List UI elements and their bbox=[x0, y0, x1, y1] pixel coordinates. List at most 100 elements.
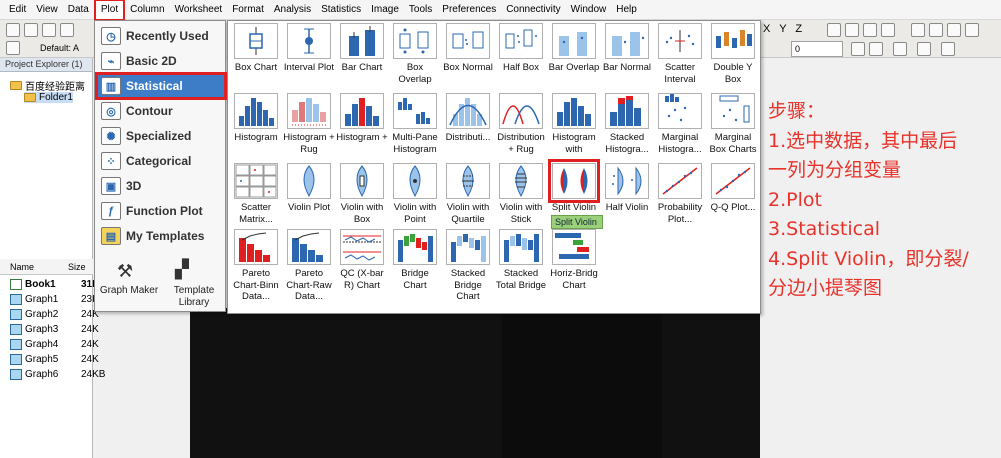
menu-view[interactable]: View bbox=[31, 1, 63, 19]
gallery-pareto-raw[interactable]: Pareto Chart-Raw Data... bbox=[283, 229, 335, 303]
gallery-interval-plot[interactable]: Interval Plot bbox=[283, 23, 335, 74]
gallery-distribution-rug[interactable]: Distribution + Rug bbox=[495, 93, 547, 155]
align-icon[interactable] bbox=[917, 42, 931, 56]
menu-column[interactable]: Column bbox=[125, 1, 169, 19]
gallery-multi-pane-histogram[interactable]: Multi-Pane Histogram bbox=[389, 93, 441, 155]
list-item[interactable]: Graph3 bbox=[10, 322, 58, 337]
tool4-icon[interactable] bbox=[965, 23, 979, 37]
list-item[interactable]: Graph1 bbox=[10, 292, 58, 307]
plot-menu-statistical[interactable]: ▥ Statistical bbox=[95, 72, 227, 100]
open-icon[interactable] bbox=[24, 23, 38, 37]
list-item[interactable]: Graph6 bbox=[10, 367, 58, 382]
gallery-bar-chart[interactable]: Bar Chart bbox=[336, 23, 388, 74]
template-library-label-1[interactable]: Template bbox=[167, 285, 221, 297]
tree-root[interactable]: 百度经验距离 bbox=[10, 78, 85, 93]
gallery-violin-plot[interactable]: Violin Plot bbox=[283, 163, 335, 214]
gallery-qc-chart[interactable]: QC (X-bar R) Chart bbox=[336, 229, 388, 291]
template-library-label-2[interactable]: Library bbox=[167, 297, 221, 309]
gallery-box-chart[interactable]: Box Chart bbox=[230, 23, 282, 74]
list-item[interactable]: Graph5 bbox=[10, 352, 58, 367]
histogram-icon bbox=[239, 98, 274, 126]
menu-connectivity[interactable]: Connectivity bbox=[501, 1, 565, 19]
menu-image[interactable]: Image bbox=[366, 1, 404, 19]
template-library-icon[interactable]: ▞ bbox=[175, 259, 189, 280]
gallery-horiz-bridge[interactable]: Horiz-Bridg Chart bbox=[548, 229, 600, 291]
new-workbook-icon[interactable] bbox=[42, 23, 56, 37]
gallery-box-normal[interactable]: Box Normal bbox=[442, 23, 494, 74]
gallery-stacked-total-bridge[interactable]: Stacked Total Bridge bbox=[495, 229, 547, 291]
arrow-up-icon[interactable] bbox=[881, 23, 895, 37]
graph-maker-icon[interactable]: ⚒ bbox=[117, 261, 133, 282]
gallery-scatter-interval[interactable]: Scatter Interval bbox=[654, 23, 706, 85]
menu-tools[interactable]: Tools bbox=[404, 1, 437, 19]
menu-data[interactable]: Data bbox=[63, 1, 94, 19]
gallery-violin-quartile[interactable]: Violin with Quartile bbox=[442, 163, 494, 225]
menu-edit[interactable]: Edit bbox=[4, 1, 31, 19]
menu-statistics[interactable]: Statistics bbox=[316, 1, 366, 19]
gallery-histogram-with[interactable]: Histogram with bbox=[548, 93, 600, 155]
gallery-histogram[interactable]: Histogram bbox=[230, 93, 282, 144]
plot-menu-my-templates[interactable]: ▤ My Templates bbox=[98, 225, 224, 247]
plot-menu-specialized[interactable]: ✺ Specialized bbox=[98, 125, 224, 147]
gallery-half-violin[interactable]: Half Violin bbox=[601, 163, 653, 214]
gallery-distribution[interactable]: Distributi... bbox=[442, 93, 494, 144]
menu-plot[interactable]: Plot bbox=[93, 0, 126, 21]
plot-menu-contour[interactable]: ◎ Contour bbox=[98, 100, 224, 122]
gallery-bridge-chart[interactable]: Bridge Chart bbox=[389, 229, 441, 291]
list-item[interactable]: Book1 bbox=[10, 277, 56, 292]
graph-maker-label[interactable]: Graph Maker bbox=[97, 285, 161, 297]
gallery-probability-plot[interactable]: Probability Plot... bbox=[654, 163, 706, 225]
gallery-box-overlap[interactable]: Box Overlap bbox=[389, 23, 441, 85]
grid-icon[interactable] bbox=[893, 42, 907, 56]
gallery-violin-point[interactable]: Violin with Point bbox=[389, 163, 441, 225]
plot-menu-categorical[interactable]: ⁘ Categorical bbox=[98, 150, 224, 172]
menu-analysis[interactable]: Analysis bbox=[269, 1, 316, 19]
new-graph-icon[interactable] bbox=[60, 23, 74, 37]
arrow-right-icon[interactable] bbox=[863, 23, 877, 37]
menu-preferences[interactable]: Preferences bbox=[437, 1, 501, 19]
line-width-select[interactable]: 0 bbox=[791, 41, 843, 57]
list-item[interactable]: Graph2 bbox=[10, 307, 58, 322]
gallery-scatter-matrix[interactable]: Scatter Matrix... bbox=[230, 163, 282, 225]
pattern-icon[interactable] bbox=[851, 42, 865, 56]
col-size[interactable]: Size bbox=[34, 262, 86, 272]
border-icon[interactable] bbox=[869, 42, 883, 56]
list-item[interactable]: Graph4 bbox=[10, 337, 58, 352]
pan-icon[interactable] bbox=[827, 23, 841, 37]
tool3-icon[interactable] bbox=[947, 23, 961, 37]
gallery-histogram-plus[interactable]: Histogram + bbox=[336, 93, 388, 144]
gallery-half-box[interactable]: Half Box bbox=[495, 23, 547, 74]
col-name[interactable]: Name bbox=[0, 262, 34, 272]
menu-help[interactable]: Help bbox=[611, 1, 642, 19]
gallery-stacked-bridge[interactable]: Stacked Bridge Chart bbox=[442, 229, 494, 303]
gallery-pareto-binned[interactable]: Pareto Chart-Binn Data... bbox=[230, 229, 282, 303]
tree-folder1[interactable]: Folder1 bbox=[24, 92, 73, 103]
new-project-icon[interactable] bbox=[6, 23, 20, 37]
file-list-header[interactable]: Name Size bbox=[0, 259, 93, 275]
arrow-left-icon[interactable] bbox=[845, 23, 859, 37]
tool2-icon[interactable] bbox=[929, 23, 943, 37]
gallery-stacked-histogram[interactable]: Stacked Histogra... bbox=[601, 93, 653, 155]
plot-menu-basic-2d[interactable]: ⌁ Basic 2D bbox=[98, 50, 224, 72]
default-font-label[interactable]: Default: A bbox=[40, 43, 79, 53]
gallery-marginal-histogram[interactable]: Marginal Histogra... bbox=[654, 93, 706, 155]
gallery-bar-normal[interactable]: Bar Normal bbox=[601, 23, 653, 74]
menu-window[interactable]: Window bbox=[566, 1, 612, 19]
gallery-split-violin[interactable]: Split Violin bbox=[548, 159, 600, 214]
gallery-bar-overlap[interactable]: Bar Overlap bbox=[548, 23, 600, 74]
tool-icon[interactable] bbox=[911, 23, 925, 37]
xyz-axis-buttons[interactable]: X Y Z bbox=[763, 23, 805, 35]
gallery-marginal-box[interactable]: Marginal Box Charts bbox=[707, 93, 759, 155]
gallery-violin-stick[interactable]: Violin with Stick bbox=[495, 163, 547, 225]
layer-icon[interactable] bbox=[6, 41, 20, 55]
menu-worksheet[interactable]: Worksheet bbox=[170, 1, 228, 19]
plot-menu-3d[interactable]: ▣ 3D bbox=[98, 175, 224, 197]
gallery-qq-plot[interactable]: Q-Q Plot... bbox=[707, 163, 759, 214]
menu-format[interactable]: Format bbox=[227, 1, 269, 19]
size-icon[interactable] bbox=[941, 42, 955, 56]
gallery-double-y-box[interactable]: Double Y Box bbox=[707, 23, 759, 85]
plot-menu-recently-used[interactable]: ◷ Recently Used bbox=[98, 25, 224, 47]
gallery-histogram-rug[interactable]: Histogram + Rug bbox=[283, 93, 335, 155]
plot-menu-function-plot[interactable]: ƒ Function Plot bbox=[98, 200, 224, 222]
gallery-violin-box[interactable]: Violin with Box bbox=[336, 163, 388, 225]
